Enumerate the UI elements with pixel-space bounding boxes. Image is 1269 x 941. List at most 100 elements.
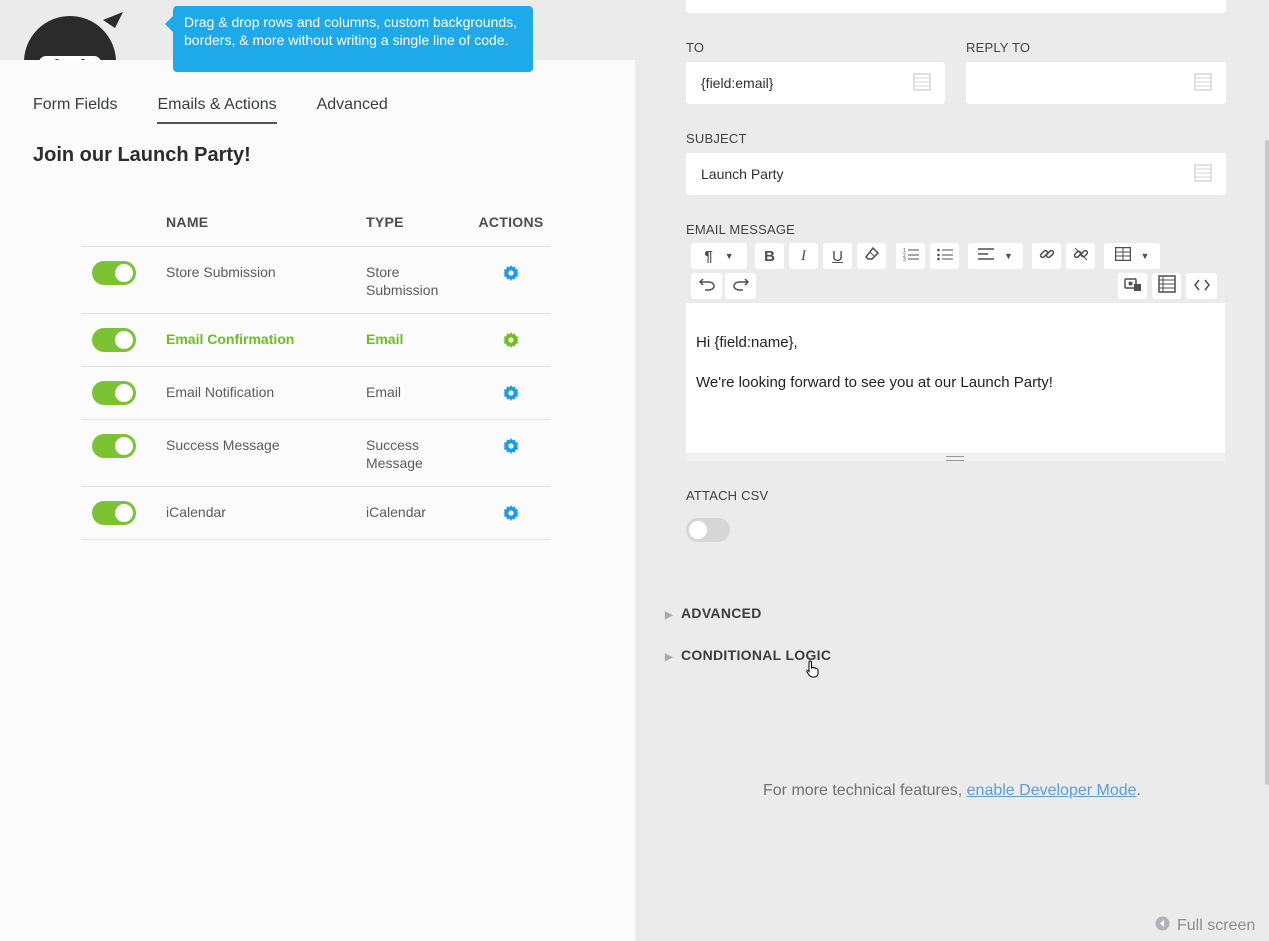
merge-tags-icon	[1157, 275, 1176, 297]
action-name: Store Submission	[166, 264, 276, 280]
tab-advanced[interactable]: Advanced	[317, 96, 388, 124]
header-name: NAME	[166, 214, 209, 230]
underline-icon: U	[832, 247, 843, 265]
action-name: Email Notification	[166, 384, 275, 400]
editor-resize-handle[interactable]	[686, 453, 1225, 461]
action-name: Email Confirmation	[166, 331, 295, 347]
header-type: TYPE	[366, 214, 404, 230]
merge-tags-button[interactable]	[1152, 273, 1181, 299]
developer-mode-note: For more technical features, enable Deve…	[635, 782, 1269, 800]
message-line-2: We're looking forward to see you at our …	[696, 374, 1053, 391]
developer-note-suffix: .	[1136, 782, 1141, 799]
table-dropdown[interactable]: ▼	[1104, 243, 1160, 269]
action-toggle[interactable]	[92, 328, 136, 352]
subject-field[interactable]: Launch Party	[686, 153, 1226, 195]
bullet-list-icon	[936, 247, 953, 265]
merge-tags-icon[interactable]	[1194, 73, 1212, 94]
italic-button[interactable]: I	[789, 243, 818, 269]
action-name: iCalendar	[166, 504, 226, 520]
gear-icon[interactable]	[503, 438, 519, 457]
action-toggle[interactable]	[92, 261, 136, 285]
unlink-icon	[1073, 246, 1089, 266]
chevron-down-icon: ▼	[1140, 251, 1150, 261]
full-screen-button[interactable]: Full screen	[1155, 916, 1255, 936]
action-toggle[interactable]	[92, 501, 136, 525]
from-field[interactable]	[686, 0, 1226, 13]
code-view-button[interactable]	[1186, 273, 1217, 299]
drawer-scrollbar[interactable]	[1265, 140, 1269, 785]
builder-tabs: Form Fields Emails & Actions Advanced	[33, 96, 388, 124]
reply-to-field[interactable]	[966, 62, 1226, 104]
merge-tags-icon[interactable]	[913, 73, 931, 94]
bullet-list-button[interactable]	[930, 243, 959, 269]
action-toggle[interactable]	[92, 434, 136, 458]
tooltip-text: Drag & drop rows and columns, custom bac…	[184, 14, 518, 48]
tab-emails-actions[interactable]: Emails & Actions	[157, 96, 277, 124]
align-dropdown[interactable]: ▼	[968, 243, 1023, 269]
align-left-icon	[978, 247, 995, 265]
action-type: Store Submission	[366, 264, 439, 298]
to-label: TO	[686, 40, 705, 55]
to-value: {field:email}	[701, 75, 774, 91]
tab-form-fields[interactable]: Form Fields	[33, 96, 117, 124]
gear-icon[interactable]	[503, 265, 519, 284]
table-row: Success Message Success Message	[81, 420, 551, 487]
svg-text:3: 3	[903, 257, 906, 261]
italic-icon: I	[801, 247, 806, 264]
pilcrow-icon: ¶	[704, 247, 713, 265]
underline-button[interactable]: U	[823, 243, 852, 269]
ordered-list-icon: 123	[903, 247, 919, 265]
code-icon	[1193, 278, 1210, 295]
ninja-logo	[15, 10, 125, 60]
developer-note-prefix: For more technical features,	[763, 782, 967, 799]
to-field[interactable]: {field:email}	[686, 62, 945, 104]
undo-icon	[698, 277, 715, 295]
table-icon	[1114, 246, 1131, 265]
full-screen-label: Full screen	[1177, 917, 1256, 934]
reply-to-label: REPLY TO	[966, 40, 1031, 55]
table-row: Email Notification Email	[81, 367, 551, 420]
table-row: Store Submission Store Submission	[81, 247, 551, 314]
paragraph-format-dropdown[interactable]: ¶ ▼	[691, 243, 747, 269]
subject-value: Launch Party	[701, 166, 784, 182]
unlink-button[interactable]	[1066, 243, 1095, 269]
eraser-icon	[864, 246, 879, 265]
triangle-right-icon: ▶	[665, 610, 673, 621]
clear-format-button[interactable]	[857, 243, 886, 269]
insert-media-button[interactable]	[1118, 273, 1147, 299]
chevron-down-icon: ▼	[724, 251, 734, 261]
attach-csv-toggle[interactable]	[686, 518, 730, 542]
gear-icon[interactable]	[503, 385, 519, 404]
action-type: Email	[366, 331, 404, 347]
attach-csv-label: ATTACH CSV	[686, 488, 769, 503]
action-type: iCalendar	[366, 504, 426, 520]
merge-tags-icon[interactable]	[1194, 164, 1212, 185]
action-toggle[interactable]	[92, 381, 136, 405]
actions-table: NAME TYPE ACTIONS Store Submission Store…	[81, 200, 551, 540]
undo-button[interactable]	[691, 273, 722, 299]
gear-icon[interactable]	[503, 505, 519, 524]
promo-tooltip: Drag & drop rows and columns, custom bac…	[165, 6, 533, 72]
enable-developer-mode-link[interactable]: enable Developer Mode	[967, 782, 1137, 799]
link-button[interactable]	[1032, 243, 1061, 269]
gear-icon[interactable]	[503, 332, 519, 351]
table-row: Email Confirmation Email	[81, 314, 551, 367]
advanced-section-toggle[interactable]: ▶ ADVANCED	[665, 605, 762, 621]
form-title: Join our Launch Party!	[33, 144, 251, 166]
action-type: Success Message	[366, 437, 423, 471]
advanced-section-label: ADVANCED	[681, 605, 762, 621]
link-icon	[1039, 246, 1055, 266]
email-message-label: EMAIL MESSAGE	[686, 222, 796, 237]
chevron-down-icon: ▼	[1004, 251, 1013, 261]
redo-button[interactable]	[725, 273, 756, 299]
subject-label: SUBJECT	[686, 131, 747, 146]
bold-button[interactable]: B	[755, 243, 784, 269]
media-icon	[1123, 276, 1142, 296]
ordered-list-button[interactable]: 123	[896, 243, 925, 269]
hand-pointer-icon	[806, 660, 820, 683]
action-name: Success Message	[166, 437, 280, 453]
message-line-1: Hi {field:name},	[696, 334, 798, 351]
header-actions: ACTIONS	[478, 214, 544, 230]
redo-icon	[732, 277, 749, 295]
email-message-editor[interactable]: Hi {field:name}, We're looking forward t…	[686, 303, 1225, 461]
